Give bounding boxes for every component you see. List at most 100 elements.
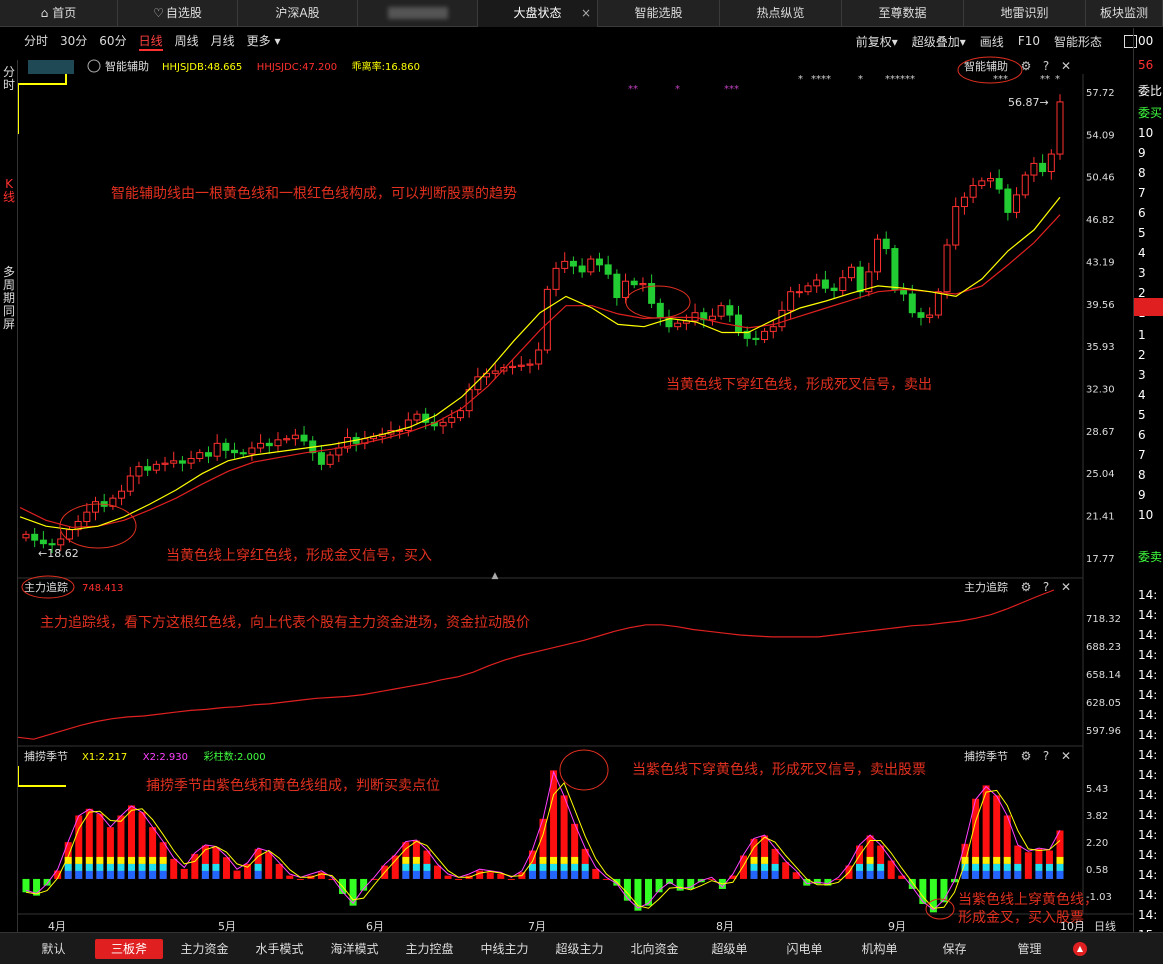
- scroll-up-icon[interactable]: ▲: [1073, 941, 1087, 956]
- order-book-cell: 10: [1138, 126, 1154, 140]
- candle-body: [317, 452, 325, 465]
- period-tab[interactable]: 月线: [211, 32, 235, 51]
- order-book-cell: 5: [1138, 408, 1146, 422]
- template-button[interactable]: 默认: [16, 940, 91, 957]
- kline-chart[interactable]: 智能辅助 HHJSJDB:48.665 HHJSJDC:47.200 乖离率:16.8…: [17, 54, 1133, 933]
- template-button[interactable]: 北向资金: [617, 940, 692, 957]
- order-book-cell: 14:: [1138, 888, 1158, 902]
- season-bar-segment: [982, 870, 990, 879]
- price-tick-label: 50.46: [1086, 173, 1115, 184]
- candle-body: [456, 410, 464, 419]
- main-force-line: [17, 589, 1055, 740]
- help-icon[interactable]: ?: [1043, 59, 1049, 73]
- tab-item[interactable]: ⌂ 首页: [0, 0, 118, 27]
- help-icon[interactable]: ?: [1043, 749, 1049, 763]
- template-button[interactable]: 管理: [992, 940, 1067, 957]
- indicator-name[interactable]: 智能辅助: [105, 59, 149, 73]
- tab-item[interactable]: 热点纵览: [720, 0, 842, 27]
- candle-body: [856, 266, 864, 293]
- blurred-tab-label: [387, 7, 448, 19]
- left-tab[interactable]: 多周期同屏: [0, 266, 18, 331]
- period-tab[interactable]: 30分: [60, 32, 87, 51]
- tab-item[interactable]: 板块监测: [1086, 0, 1163, 27]
- candle-body: [170, 460, 178, 464]
- tab-item[interactable]: 地雷识别: [964, 0, 1086, 27]
- template-button[interactable]: 海洋模式: [317, 940, 392, 957]
- indicator-readout: HHJSJDC:47.200: [257, 62, 337, 73]
- template-button[interactable]: 机构单: [842, 940, 917, 957]
- season-bar: [275, 863, 283, 879]
- tab-item[interactable]: 大盘状态 ×: [478, 0, 598, 27]
- candle-body: [908, 293, 916, 314]
- close-icon[interactable]: ×: [581, 0, 591, 26]
- candle-body: [222, 442, 230, 451]
- template-button[interactable]: 保存: [917, 940, 992, 957]
- indicator-name[interactable]: 捕捞季节: [24, 749, 68, 763]
- tab-item[interactable]: 沪深A股: [238, 0, 358, 27]
- indicator-right-label[interactable]: 捕捞季节: [964, 749, 1008, 763]
- season-tick-label: 2.20: [1086, 838, 1108, 849]
- season-bar-segment: [550, 870, 558, 879]
- period-tab[interactable]: 周线: [175, 32, 199, 51]
- template-button[interactable]: 闪电单: [767, 940, 842, 957]
- template-button[interactable]: 主力控盘: [392, 940, 467, 957]
- toolbar-button[interactable]: 超级叠加▾: [912, 33, 966, 50]
- close-icon[interactable]: ✕: [1061, 749, 1071, 763]
- indicator-right-label[interactable]: 智能辅助: [964, 59, 1008, 73]
- close-icon[interactable]: ✕: [1061, 580, 1071, 594]
- order-book-cell: 14:: [1138, 608, 1158, 622]
- period-tab[interactable]: 60分: [99, 32, 126, 51]
- order-book-cell: 6: [1138, 206, 1146, 220]
- indicator-name[interactable]: 主力追踪: [24, 580, 68, 594]
- season-bar-segment: [254, 863, 262, 871]
- season-bar: [222, 857, 230, 879]
- template-button[interactable]: 水手模式: [242, 940, 317, 957]
- period-tab[interactable]: 更多 ▾: [247, 32, 281, 51]
- toolbar-button[interactable]: 智能形态: [1054, 33, 1102, 50]
- candle-body: [526, 363, 534, 366]
- gear-icon[interactable]: ⚙: [1021, 580, 1032, 594]
- template-button[interactable]: 三板斧: [95, 938, 163, 959]
- season-bar: [317, 872, 325, 879]
- season-bar-segment: [972, 863, 980, 871]
- indicator-right-label[interactable]: 主力追踪: [964, 580, 1008, 594]
- toolbar-button[interactable]: 画线: [980, 33, 1004, 50]
- template-button[interactable]: 主力资金: [167, 940, 242, 957]
- candle-body: [1013, 194, 1021, 213]
- season-bar: [623, 878, 631, 901]
- gear-icon[interactable]: ⚙: [1021, 749, 1032, 763]
- order-book-cell: 2: [1138, 348, 1146, 362]
- signal-marker: **: [1040, 74, 1050, 85]
- season-bar-segment: [159, 863, 167, 871]
- tab-item[interactable]: ♡ 自选股: [118, 0, 238, 27]
- season-bar-segment: [64, 870, 72, 879]
- season-bar-segment: [550, 856, 558, 864]
- month-label: 9月: [888, 920, 906, 932]
- close-icon[interactable]: ✕: [1061, 59, 1071, 73]
- template-button[interactable]: 超级单: [692, 940, 767, 957]
- period-tab[interactable]: 分时: [24, 32, 48, 51]
- price-tick-label: 35.93: [1086, 342, 1115, 353]
- order-book-strip: 0056委比委买1098765432112345678910委卖14:14:14…: [1133, 28, 1163, 964]
- toolbar-button[interactable]: 前复权▾: [856, 33, 898, 50]
- tab-item[interactable]: 至尊数据: [842, 0, 964, 27]
- toolbar-button[interactable]: F10: [1018, 34, 1040, 48]
- signal-marker: ***: [724, 84, 739, 95]
- indicator-dropdown-icon[interactable]: [87, 59, 101, 73]
- season-bar-segment: [750, 863, 758, 871]
- candle-body: [569, 260, 577, 267]
- red-trend-line: [19, 214, 1061, 528]
- tab-item[interactable]: [358, 0, 478, 27]
- candle-body: [830, 287, 838, 292]
- template-button[interactable]: 中线主力: [467, 940, 542, 957]
- gear-icon[interactable]: ⚙: [1021, 59, 1032, 73]
- tab-item[interactable]: 智能选股: [598, 0, 720, 27]
- season-bar-segment: [550, 863, 558, 871]
- left-tab[interactable]: 分时: [0, 66, 18, 92]
- template-button[interactable]: 超级主力: [542, 940, 617, 957]
- left-tab[interactable]: K线: [0, 178, 18, 204]
- panel-resize-icon[interactable]: ▲: [492, 571, 499, 581]
- indicator-readout: 748.413: [82, 583, 123, 594]
- candle-body: [283, 438, 291, 441]
- period-tab[interactable]: 日线: [138, 32, 163, 51]
